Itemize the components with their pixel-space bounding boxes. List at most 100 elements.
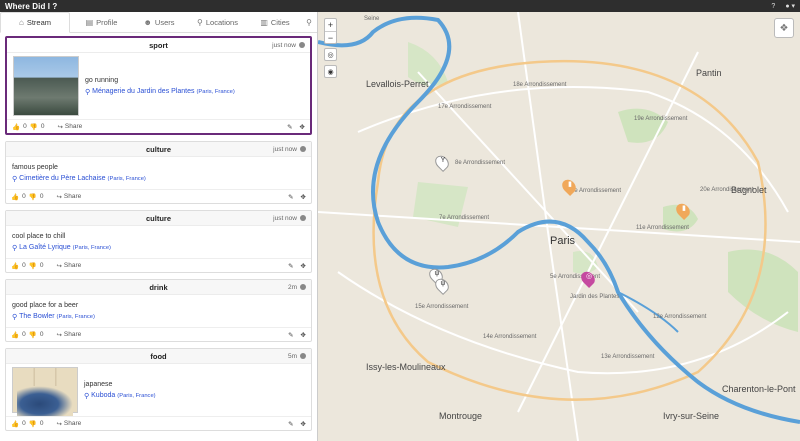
tab-stream[interactable]: ⌂ Stream [0,12,70,33]
thumbs-up-icon[interactable]: 👍 [11,420,19,428]
card-category: sport [149,40,168,50]
map-label: Seine [364,16,380,22]
card-footer: 👍 0 👎 0 ↪ Share ✎ ✥ [6,327,311,341]
like-count: 0 [22,331,26,338]
crosshair-icon: ◎ [327,51,334,59]
expand-icon[interactable]: ✥ [301,331,306,339]
share-icon: ↪ [56,420,62,428]
bookmark-icon: ▮ [682,205,686,212]
card-text: famous people [12,163,58,171]
location-name: La Gaîté Lyrique [19,244,71,251]
zoom-in-button[interactable]: + [325,19,336,31]
thumbs-down-icon[interactable]: 👎 [29,331,37,339]
map-label: Issy-les-Moulineaux [366,362,446,372]
stream-card[interactable]: culture just now famous people ⚲ Cimetiè… [5,141,312,204]
card-time: 2m [287,283,297,291]
card-header: drink 2m [6,280,311,295]
thumbs-down-icon[interactable]: 👎 [29,262,37,270]
card-photo[interactable] [13,56,79,116]
stream-card[interactable]: culture just now cool place to chill ⚲ L… [5,210,312,273]
thumbs-up-icon[interactable]: 👍 [11,262,19,270]
map-label: 13e Arrondissement [601,354,655,360]
card-location-link[interactable]: ⚲ The Bowler (Paris, France) [12,313,95,321]
user-icon[interactable]: ● ▾ [785,2,795,10]
location-city: (Paris, France) [117,392,156,399]
thumbs-up-icon[interactable]: 👍 [12,123,20,131]
edit-icon[interactable]: ✎ [288,331,293,339]
tab-profile[interactable]: ▤ Profile [70,12,133,33]
map-marker-icon: ⚲ [12,313,18,321]
card-location-link[interactable]: ⚲ Cimetière du Père Lachaise (Paris, Fra… [12,175,146,183]
dislike-count: 0 [39,193,44,200]
edit-icon[interactable]: ✎ [288,420,293,428]
thumbs-down-icon[interactable]: 👎 [29,420,37,428]
map-label: Paris [550,235,576,247]
app-title[interactable]: Where Did I ? [5,2,57,11]
map-label: 19e Arrondissement [634,116,688,122]
map-label: 8e Arrondissement [455,160,506,166]
zoom-out-button[interactable]: − [325,31,336,43]
search-button[interactable]: ⚲ [300,12,317,33]
thumbs-down-icon[interactable]: 👎 [29,193,37,201]
card-category: drink [149,282,168,292]
map-label: 18e Arrondissement [513,82,567,88]
card-location-link[interactable]: ⚲ Kuboda (Paris, France) [84,392,156,400]
stream-list: sport just now go running ⚲ Ménagerie du… [0,33,317,431]
layers-button[interactable]: ❖ [774,18,794,38]
tab-label: Users [154,18,175,27]
cutlery-icon: ψ [440,280,446,287]
map-view[interactable]: Seine Levallois-Perret Pantin Bagnolet P… [318,12,800,441]
location-city: (Paris, France) [107,175,146,182]
globe-icon [300,284,306,290]
map-label: 20e Arrondissement [700,187,754,193]
tab-users[interactable]: ☻ Users [133,12,185,33]
layers-icon: ❖ [779,22,789,34]
thumbs-up-icon[interactable]: 👍 [11,331,19,339]
tab-locations[interactable]: ⚲ Locations [185,12,250,33]
share-button[interactable]: ↪ Share [56,331,81,339]
card-photo[interactable] [12,367,78,416]
card-location-link[interactable]: ⚲ Ménagerie du Jardin des Plantes (Paris… [85,88,235,96]
share-button[interactable]: ↪ Share [57,123,82,131]
stream-card[interactable]: sport just now go running ⚲ Ménagerie du… [5,36,312,135]
card-text: japanese [84,380,113,388]
globe-icon [300,146,306,152]
like-count: 0 [23,123,27,130]
map-label: 11e Arrondissement [636,225,689,231]
expand-icon[interactable]: ✥ [300,123,305,131]
center-button[interactable]: ◉ [324,65,337,78]
file-icon: ▤ [85,18,94,27]
marker-culture[interactable]: ▮ [559,176,579,197]
card-footer: 👍 0 👎 0 ↪ Share ✎ ✥ [6,258,311,272]
edit-icon[interactable]: ✎ [288,262,293,270]
building-icon: ▥ [260,18,268,27]
map-marker-icon: ⚲ [84,392,90,400]
edit-icon[interactable]: ✎ [287,123,292,131]
card-header: food 5m [6,349,311,364]
map-label: Jardin des Plantes [570,294,620,300]
stream-card[interactable]: drink 2m good place for a beer ⚲ The Bow… [5,279,312,342]
share-button[interactable]: ↪ Share [56,193,81,201]
marker-culture[interactable]: ▮ [673,200,693,221]
dislike-count: 0 [39,262,44,269]
marker-drink[interactable]: Y [432,152,452,173]
edit-icon[interactable]: ✎ [288,193,293,201]
locate-button[interactable]: ◎ [324,48,337,61]
share-button[interactable]: ↪ Share [56,420,81,428]
tab-cities[interactable]: ▥ Cities [250,12,300,33]
map-label: Montrouge [439,411,483,421]
stream-card[interactable]: food 5m japanese ⚲ Kuboda (Paris, France… [5,348,312,431]
expand-icon[interactable]: ✥ [301,193,306,201]
thumbs-down-icon[interactable]: 👎 [30,123,38,131]
expand-icon[interactable]: ✥ [301,262,306,270]
card-location-link[interactable]: ⚲ La Gaîté Lyrique (Paris, France) [12,244,111,252]
card-footer: 👍 0 👎 0 ↪ Share ✎ ✥ [7,119,310,133]
marker-sport-selected[interactable]: ◎ [578,268,598,289]
share-button[interactable]: ↪ Share [56,262,81,270]
question-circle-icon[interactable]: ? [771,3,775,10]
map-label: Ivry-sur-Seine [663,411,720,421]
expand-icon[interactable]: ✥ [301,420,306,428]
marker-food[interactable]: ψ [432,275,452,296]
thumbs-up-icon[interactable]: 👍 [11,193,19,201]
share-icon: ↪ [57,123,63,131]
